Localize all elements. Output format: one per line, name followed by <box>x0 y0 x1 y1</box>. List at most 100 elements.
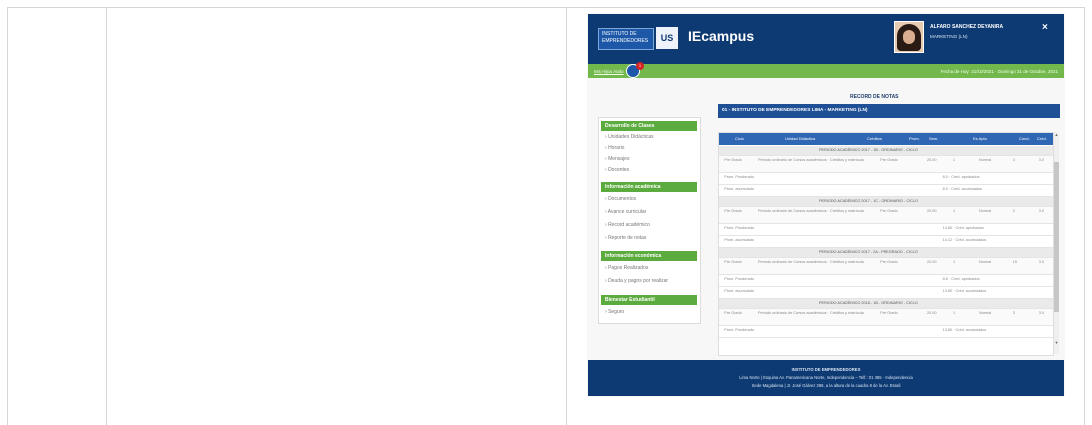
sidebar-item-horario[interactable]: › Horario <box>605 145 624 151</box>
column-header: Sem. <box>929 136 939 141</box>
table-cell: 20.00 <box>927 260 937 264</box>
grid-left-border <box>7 7 8 425</box>
logo-mark: US <box>656 27 678 49</box>
table-cell: Prom. Ponderado <box>724 277 754 281</box>
sidebar-item-mensajes[interactable]: › Mensajes <box>605 156 629 162</box>
table-cell: 8.0 · Créd. aprobados <box>942 175 980 179</box>
summary-row: Prom. Ponderado8.6 · Créd. aprobados3.0 <box>719 275 1053 287</box>
institution-bar[interactable]: 01 - INSTITUTO DE EMPRENDEDORES LIMA - M… <box>718 104 1060 118</box>
chevron-down-icon[interactable]: ▼ <box>1054 340 1059 346</box>
grid-top-border <box>7 7 1085 8</box>
table-cell: 3 <box>1012 311 1015 315</box>
notification-count: 1 <box>636 62 644 70</box>
table-cell: Prom. Ponderado <box>724 175 754 179</box>
table-cell: Pre Grado <box>880 158 898 162</box>
sidebar-item-seguro[interactable]: › Seguro <box>605 309 624 315</box>
table-cell: 3 <box>1012 158 1015 162</box>
sidebar-item-reporte[interactable]: › Reporte de notas <box>605 235 646 241</box>
site-footer: INSTITUTO DE EMPRENDEDORES Lima Norte | … <box>588 360 1064 396</box>
children-link[interactable]: Mis Hijos Atalo <box>594 69 624 74</box>
summary-row: Prom. acumulado14.12 · Créd. acumulados3… <box>719 236 1053 248</box>
current-date: Fecha de Hoy: 21/10/2021 · Domingo 31 de… <box>940 69 1058 74</box>
table-cell: 3.0 <box>1038 311 1045 315</box>
section-bienestar: Bienestar Estudiantil <box>601 295 697 305</box>
period-label: PERIODO ACADÉMICO 2017 - 2A - PREGRADO -… <box>819 250 918 254</box>
avatar[interactable] <box>894 21 924 53</box>
sidebar-item-avance[interactable]: › Avance curricular <box>605 209 646 215</box>
column-header: Ciclo <box>735 136 744 141</box>
table-cell: 8.0 · Créd. acumulados <box>942 187 983 191</box>
main-content: RECORD DE NOTAS 01 - INSTITUTO DE EMPREN… <box>710 94 1060 358</box>
period-row: PERIODO ACADÉMICO 2017 - 2A - PREGRADO -… <box>719 248 1053 258</box>
close-icon[interactable]: × <box>1042 22 1048 33</box>
summary-row: Prom. Ponderado13.80 · Créd. aprobados30… <box>719 224 1053 236</box>
table-cell: Pre Grado <box>724 260 742 264</box>
table-cell: 8.6 · Créd. aprobados <box>942 277 980 281</box>
table-cell: Normal <box>979 260 992 264</box>
table-cell: Prom. acumulado <box>724 238 754 242</box>
period-label: PERIODO ACADÉMICO 2017 - 1B - ORDINARIO … <box>819 148 918 152</box>
table-cell: 1 <box>953 311 956 315</box>
table-cell: Pre Grado <box>880 260 898 264</box>
table-cell: Pre Grado <box>724 311 742 315</box>
summary-row: Prom. Ponderado8.0 · Créd. aprobados8.0 <box>719 173 1053 185</box>
summary-row: Prom. acumulado13.80 · Créd. acumulados1… <box>719 287 1053 299</box>
sidebar-item-unidades[interactable]: › Unidades Didácticas <box>605 134 654 140</box>
course-row: Pre Grado Periodo ordinario de Cursos aca… <box>719 156 1053 173</box>
table-cell: Normal <box>979 209 992 213</box>
footer-address-lima: Lima Norte | Esquina Av. Panamericana No… <box>739 375 913 380</box>
table-cell: Pre Grado <box>880 209 898 213</box>
table-cell: Normal <box>979 311 992 315</box>
sidebar-item-deuda[interactable]: › Deuda y pagos por realizar <box>605 278 668 284</box>
summary-row: Prom. acumulado8.0 · Créd. acumulados8.0 <box>719 185 1053 197</box>
table-cell: 20.00 <box>927 311 937 315</box>
sidebar-item-docentes[interactable]: › Docentes <box>605 167 629 173</box>
table-cell: 20.00 <box>927 209 937 213</box>
table-cell: 13.80 · Créd. acumulados <box>942 289 987 293</box>
footer-address-magdalena: Sede Magdalena | Jr. José Gálvez 286, a … <box>751 383 901 388</box>
table-cell: 13.80 · Créd. acumulados <box>942 328 987 332</box>
table-cell: 3.0 <box>1038 209 1045 213</box>
section-economica: Información económica <box>601 251 697 261</box>
table-cell: Prom. acumulado <box>724 187 754 191</box>
table-cell: 13.80 · Créd. aprobados <box>942 226 984 230</box>
table-cell: 1 <box>953 260 956 264</box>
period-row: PERIODO ACADÉMICO 2018 - 1B - ORDINARIO … <box>719 299 1053 309</box>
institute-logo[interactable]: INSTITUTO DE EMPRENDEDORES <box>598 28 654 50</box>
info-bar: Mis Hijos Atalo 1 Fecha de Hoy: 21/10/20… <box>588 62 1064 78</box>
sidebar-item-pagos[interactable]: › Pagos Realizados <box>605 265 648 271</box>
sidebar-item-record[interactable]: › Record académico <box>605 222 650 228</box>
table-header: Ciclo Unidad Didáctica Créditos Prom. Se… <box>719 133 1053 145</box>
user-name: ALFARO SANCHEZ DEYANIRA <box>930 24 1004 30</box>
sidebar: Desarrollo de Clases › Unidades Didáctic… <box>598 117 701 324</box>
period-row: PERIODO ACADÉMICO 2017 - 1C - ORDINARIO … <box>719 197 1053 207</box>
table-cell: Prom. Ponderado <box>724 328 754 332</box>
chevron-up-icon[interactable]: ▲ <box>1054 132 1059 138</box>
column-header: Créditos <box>867 136 882 141</box>
scrollbar-thumb[interactable] <box>1054 162 1059 312</box>
grid-right-border <box>1084 7 1085 425</box>
page-title: RECORD DE NOTAS <box>850 94 899 100</box>
section-academica: Información académica <box>601 182 697 192</box>
table-cell: Pre Grado <box>880 311 898 315</box>
column-header: Unidad Didáctica <box>785 136 816 141</box>
sidebar-item-documentos[interactable]: › Documentos <box>605 196 636 202</box>
table-cell: 20.00 <box>927 158 937 162</box>
table-cell: 1 <box>953 158 956 162</box>
course-row: Pre Grado Periodo ordinario de Cursos aca… <box>719 309 1053 326</box>
table-cell: Periodo ordinario de Cursos académicos ·… <box>758 311 864 315</box>
avatar-face <box>903 30 915 44</box>
table-cell: Periodo ordinario de Cursos académicos ·… <box>758 158 864 162</box>
iecampus-screenshot: INSTITUTO DE EMPRENDEDORES US IEcampus A… <box>588 14 1064 396</box>
table-cell: 3.0 <box>1038 260 1045 264</box>
table-cell: 3.0 <box>1038 158 1045 162</box>
grid-divider-1 <box>106 7 107 425</box>
column-header: Cond. <box>1019 136 1030 141</box>
table-cell: Pre Grado <box>724 158 742 162</box>
table-cell: Periodo ordinario de Cursos académicos ·… <box>758 260 864 264</box>
table-cell: 1 <box>953 209 956 213</box>
grid-divider-2 <box>566 7 567 425</box>
table-cell: Pre Grado <box>724 209 742 213</box>
table-cell: 15 <box>1012 260 1018 264</box>
table-cell: Normal <box>979 158 992 162</box>
